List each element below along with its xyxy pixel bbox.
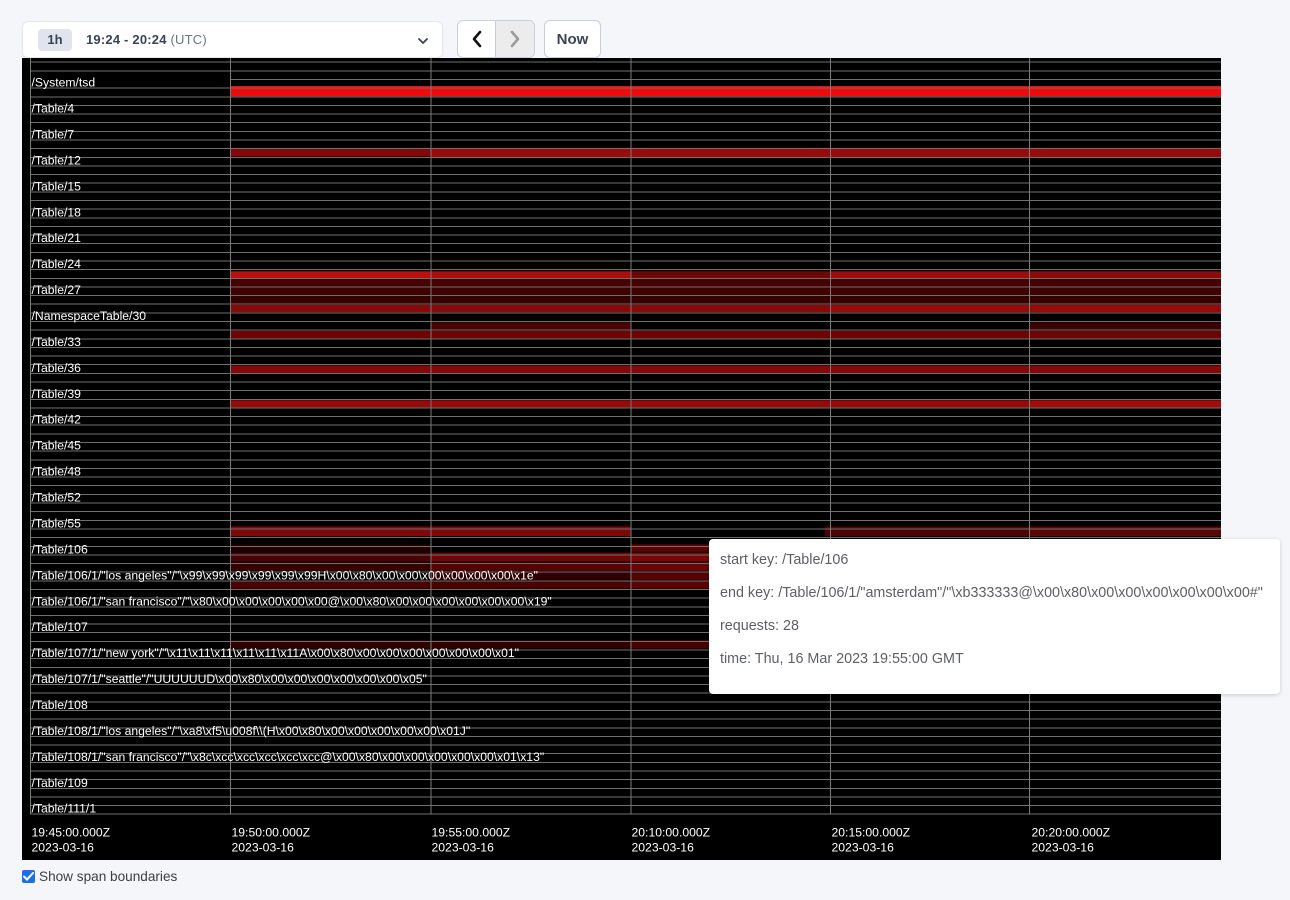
svg-text:/Table/108/1/"los angeles"/"\x: /Table/108/1/"los angeles"/"\xa8\xf5\u00…	[32, 724, 471, 738]
svg-text:/Table/106: /Table/106	[32, 542, 88, 556]
svg-text:2023-03-16: 2023-03-16	[232, 841, 295, 855]
svg-text:20:15:00.000Z: 20:15:00.000Z	[832, 826, 911, 840]
svg-text:/Table/106/1/"los angeles"/"\x: /Table/106/1/"los angeles"/"\x99\x99\x99…	[32, 568, 538, 582]
svg-text:/Table/108: /Table/108	[32, 698, 88, 712]
svg-text:/Table/33: /Table/33	[32, 335, 82, 349]
svg-text:2023-03-16: 2023-03-16	[1032, 841, 1095, 855]
svg-text:/NamespaceTable/30: /NamespaceTable/30	[32, 309, 147, 323]
svg-text:/Table/111/1: /Table/111/1	[32, 802, 97, 816]
svg-text:/Table/7: /Table/7	[32, 128, 75, 142]
svg-text:/Table/109: /Table/109	[32, 776, 88, 790]
svg-text:/Table/106/1/"san francisco"/": /Table/106/1/"san francisco"/"\x80\x00\x…	[32, 594, 552, 608]
svg-text:/Table/107/1/"seattle"/"UUUUUU: /Table/107/1/"seattle"/"UUUUUUD\x00\x80\…	[32, 672, 427, 686]
svg-text:/Table/15: /Table/15	[32, 179, 82, 193]
svg-text:20:10:00.000Z: 20:10:00.000Z	[632, 826, 711, 840]
svg-text:/Table/52: /Table/52	[32, 491, 82, 505]
svg-text:/Table/39: /Table/39	[32, 387, 82, 401]
svg-text:/Table/48: /Table/48	[32, 465, 82, 479]
svg-text:/Table/45: /Table/45	[32, 439, 82, 453]
svg-text:20:20:00.000Z: 20:20:00.000Z	[1032, 826, 1111, 840]
svg-text:/Table/4: /Table/4	[32, 102, 75, 116]
svg-text:/Table/107/1/"new york"/"\x11\: /Table/107/1/"new york"/"\x11\x11\x11\x1…	[32, 646, 520, 660]
svg-text:/Table/27: /Table/27	[32, 283, 82, 297]
svg-text:19:55:00.000Z: 19:55:00.000Z	[432, 826, 511, 840]
svg-text:/Table/24: /Table/24	[32, 257, 82, 271]
svg-text:/Table/42: /Table/42	[32, 413, 82, 427]
svg-text:/Table/12: /Table/12	[32, 153, 82, 167]
svg-text:/Table/18: /Table/18	[32, 205, 82, 219]
svg-text:19:45:00.000Z: 19:45:00.000Z	[32, 826, 111, 840]
svg-text:2023-03-16: 2023-03-16	[32, 841, 95, 855]
svg-text:/Table/36: /Table/36	[32, 361, 82, 375]
svg-text:2023-03-16: 2023-03-16	[432, 841, 495, 855]
svg-text:/Table/107: /Table/107	[32, 620, 88, 634]
svg-text:/Table/21: /Table/21	[32, 231, 82, 245]
svg-text:/Table/55: /Table/55	[32, 517, 82, 531]
svg-text:19:50:00.000Z: 19:50:00.000Z	[232, 826, 311, 840]
svg-text:2023-03-16: 2023-03-16	[632, 841, 695, 855]
svg-text:/Table/108/1/"san francisco"/": /Table/108/1/"san francisco"/"\x8c\xcc\x…	[32, 750, 545, 764]
svg-text:2023-03-16: 2023-03-16	[832, 841, 895, 855]
svg-text:/System/tsd: /System/tsd	[32, 76, 96, 90]
